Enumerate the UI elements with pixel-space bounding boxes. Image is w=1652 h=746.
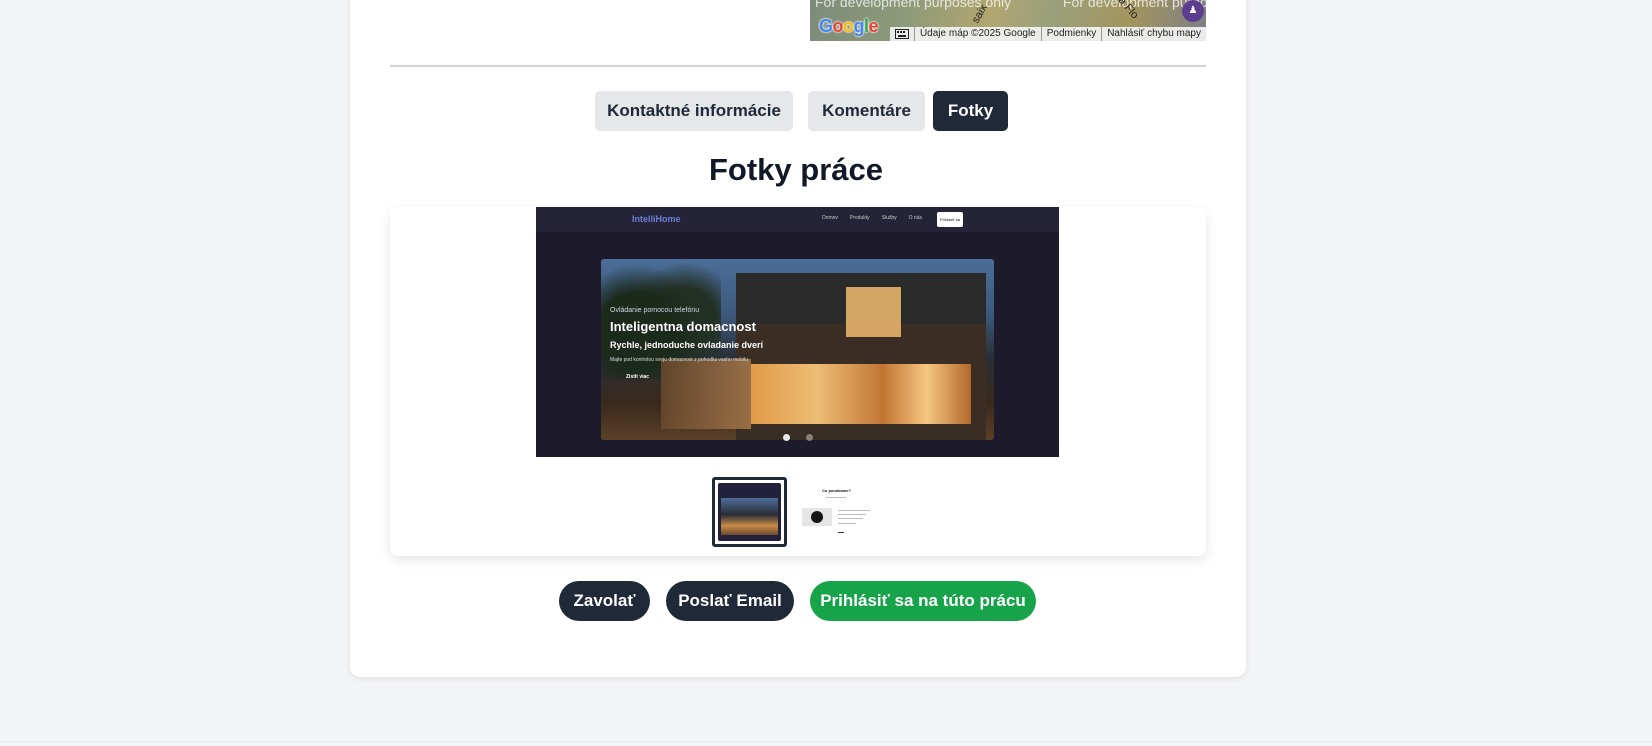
map-report-link[interactable]: Nahlásiť chybu mapy <box>1101 27 1206 41</box>
map-embed[interactable]: For development purposes only For develo… <box>810 0 1206 41</box>
send-email-button[interactable]: Poslať Email <box>666 581 794 621</box>
section-divider <box>390 65 1206 67</box>
tab-contact-info[interactable]: Kontaktné informácie <box>595 91 793 131</box>
tab-comments[interactable]: Komentáre <box>808 91 925 131</box>
screenshot-headline: Inteligentna domacnost <box>610 319 756 334</box>
gallery-thumbnail[interactable]: Co ponúkame? <box>800 477 875 547</box>
call-button[interactable]: Zavolať <box>559 581 650 621</box>
apply-job-button[interactable]: Prihlásiť sa na túto prácu <box>810 581 1036 621</box>
footer-divider <box>0 741 1652 742</box>
screenshot-navbar: IntelliHome Domov Produkty Služby O nás … <box>536 207 1059 232</box>
tab-photos[interactable]: Fotky <box>933 91 1008 131</box>
screenshot-cta: Zistit viac <box>626 374 650 380</box>
google-logo: Google <box>819 16 879 36</box>
thumbnail-title: Co ponúkame? <box>822 488 851 493</box>
screenshot-nav-button: Prihlásiť sa <box>937 212 963 227</box>
screenshot-nav-link: Produkty <box>849 215 870 221</box>
map-terms-link[interactable]: Podmienky <box>1040 27 1101 41</box>
screenshot-body: Majte pod kontrolou svoju domacnost z po… <box>610 357 748 363</box>
screenshot-hero-image: Ovládanie pomocou telefónu Inteligentna … <box>601 259 994 440</box>
screenshot-subheadline: Rychle, jednoduche ovladanie dverí <box>610 340 764 350</box>
keyboard-shortcuts-icon[interactable] <box>890 27 914 41</box>
screenshot-nav-link: Domov <box>822 215 838 221</box>
section-title: Fotky práce <box>708 152 883 187</box>
map-data-credit: Údaje máp ©2025 Google <box>913 27 1041 41</box>
gallery-main-image[interactable]: IntelliHome Domov Produkty Služby O nás … <box>536 207 1059 457</box>
screenshot-nav-link: Služby <box>881 215 897 221</box>
map-attribution-bar: Údaje máp ©2025 Google Podmienky Nahlási… <box>889 27 1206 41</box>
screenshot-nav-link: O nás <box>908 215 922 221</box>
screenshot-site-logo: IntelliHome <box>632 214 681 224</box>
gallery-thumbnail-active[interactable] <box>712 477 787 547</box>
screenshot-eyebrow: Ovládanie pomocou telefónu <box>610 307 700 314</box>
pegman-icon[interactable]: ♟ <box>1182 0 1204 22</box>
carousel-dots <box>783 434 813 441</box>
